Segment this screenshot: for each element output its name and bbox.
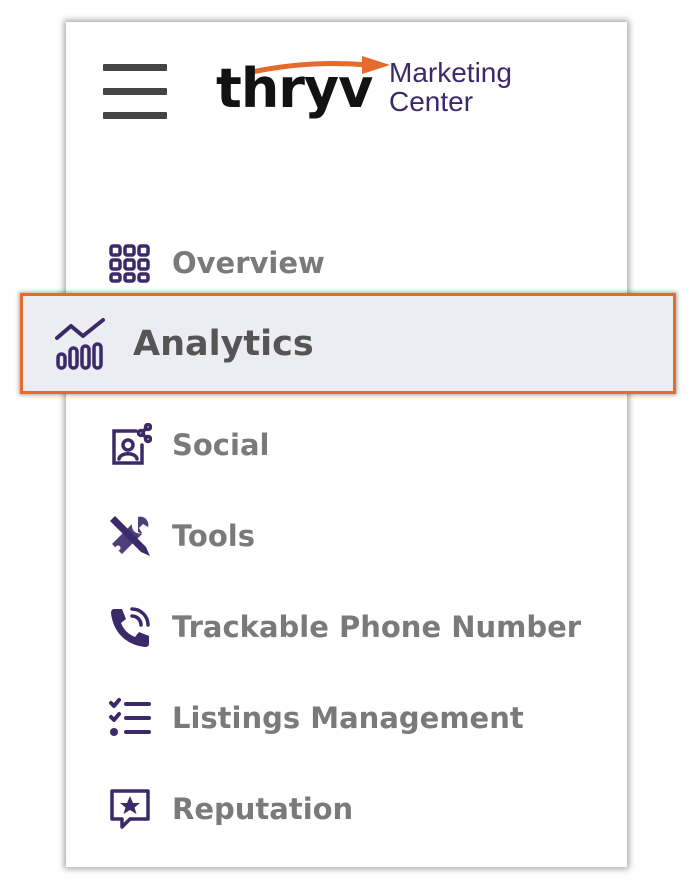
- logo-product-line2: Center: [389, 86, 474, 117]
- tools-icon: [108, 514, 152, 558]
- nav-item-analytics[interactable]: Analytics: [20, 293, 676, 394]
- nav-item-social[interactable]: Social: [108, 421, 269, 469]
- phone-call-icon: [108, 605, 152, 649]
- checklist-icon: [108, 696, 152, 740]
- logo-product-text: Marketing Center: [389, 58, 512, 116]
- grid-icon: [108, 241, 152, 285]
- nav-label-reputation: Reputation: [172, 792, 354, 826]
- social-share-icon: [108, 423, 152, 467]
- nav-item-listings-management[interactable]: Listings Management: [108, 694, 524, 742]
- nav-label-analytics: Analytics: [133, 323, 314, 364]
- nav-label-overview: Overview: [172, 246, 325, 280]
- nav-label-social: Social: [172, 428, 270, 462]
- nav-item-trackable-phone-number[interactable]: Trackable Phone Number: [108, 603, 581, 651]
- logo-brand-text: thryv: [216, 57, 373, 120]
- nav-item-reputation[interactable]: Reputation: [108, 785, 353, 833]
- nav-label-tools: Tools: [172, 519, 255, 553]
- nav-item-tools[interactable]: Tools: [108, 512, 255, 560]
- nav-label-trackable-phone-number: Trackable Phone Number: [172, 610, 582, 644]
- logo-product-line1: Marketing: [389, 57, 512, 88]
- analytics-chart-icon: [53, 316, 109, 372]
- nav-item-overview[interactable]: Overview: [108, 239, 325, 287]
- nav-label-listings-management: Listings Management: [172, 701, 524, 735]
- hamburger-menu-icon[interactable]: [103, 64, 167, 122]
- star-message-icon: [108, 787, 152, 831]
- thryv-marketing-center-logo: thryv Marketing Center: [216, 56, 546, 130]
